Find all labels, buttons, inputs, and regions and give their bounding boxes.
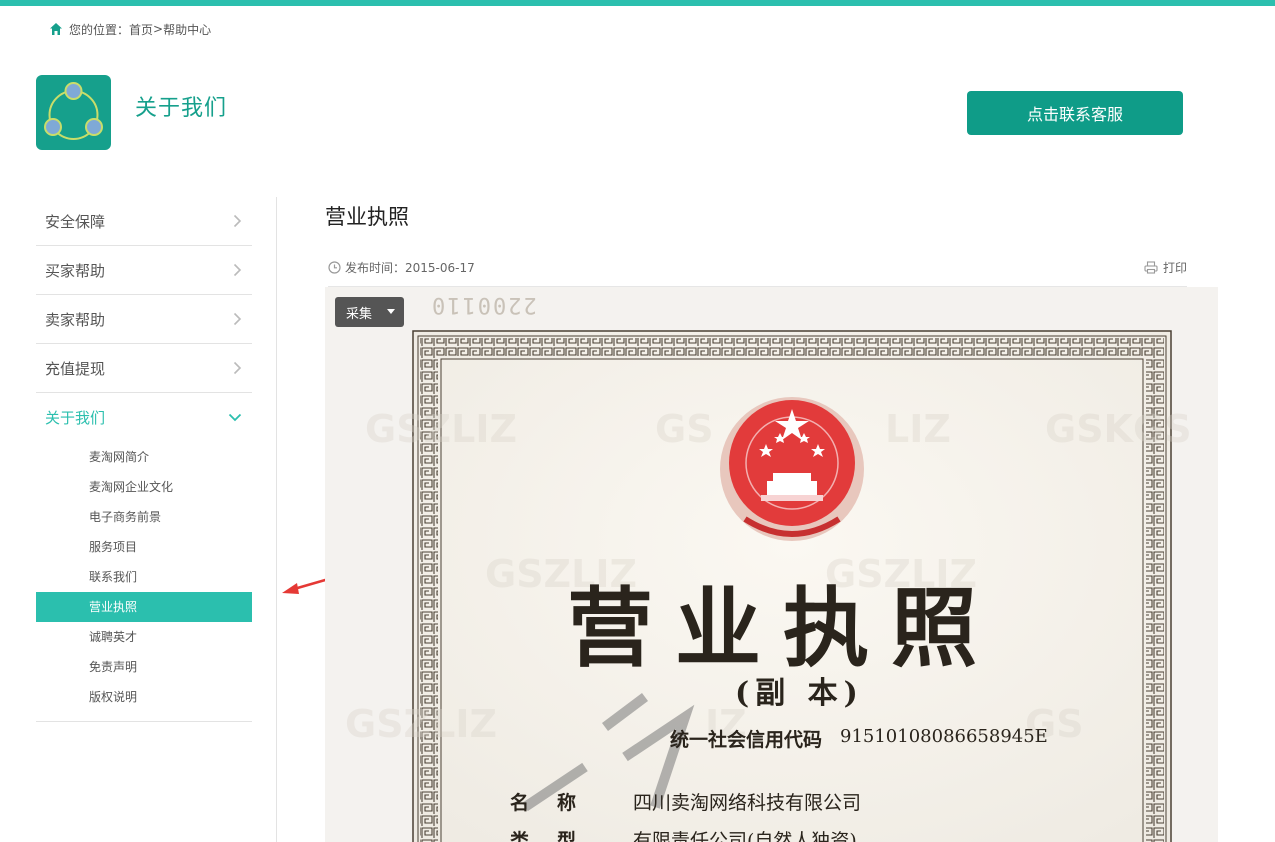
sidebar-item-buyer-help[interactable]: 买家帮助 [36, 246, 252, 295]
section-logo [36, 75, 111, 150]
sidebar-item-seller-help[interactable]: 卖家帮助 [36, 295, 252, 344]
caret-down-icon [387, 309, 395, 314]
collect-dropdown-button[interactable]: 采集 [335, 297, 404, 327]
printer-icon [1144, 261, 1158, 274]
license-code-label: 统一社会信用代码 [670, 729, 823, 751]
column-divider [276, 197, 277, 842]
publish-date: 2015-06-17 [405, 260, 475, 275]
subnav-item-copyright[interactable]: 版权说明 [36, 682, 252, 712]
subnav-item-disclaimer[interactable]: 免责声明 [36, 652, 252, 682]
svg-text:GS: GS [655, 407, 714, 451]
license-title: 营业执照 [567, 578, 999, 679]
national-emblem-icon [720, 397, 864, 541]
home-icon[interactable] [49, 22, 63, 36]
breadcrumb-separator: > [153, 22, 164, 36]
sidebar-nav: 安全保障 买家帮助 卖家帮助 充值提现 关于我们 麦淘网简介 麦淘网企业文化 电… [36, 197, 252, 722]
subnav-item-business-license[interactable]: 营业执照 [36, 592, 252, 622]
license-company-name: 四川卖淘网络科技有限公司 [633, 792, 862, 814]
breadcrumb: 您的位置： 首页 > 帮助中心 [49, 20, 211, 38]
subnav-item-intro[interactable]: 麦淘网简介 [36, 442, 252, 472]
chevron-down-icon [228, 413, 242, 422]
sidebar-item-about-us[interactable]: 关于我们 [36, 393, 252, 442]
license-code: 91510108086658945E [840, 726, 1048, 747]
collect-label: 采集 [346, 306, 373, 322]
publish-label: 发布时间： [345, 261, 406, 275]
print-button[interactable]: 打印 [1144, 259, 1187, 276]
sidebar-item-label: 安全保障 [45, 212, 106, 231]
subnav-item-culture[interactable]: 麦淘网企业文化 [36, 472, 252, 502]
top-accent-bar [0, 0, 1275, 6]
subnav-item-contact[interactable]: 联系我们 [36, 562, 252, 592]
subnav-item-services[interactable]: 服务项目 [36, 532, 252, 562]
share-network-icon [44, 82, 103, 140]
breadcrumb-prefix: 您的位置： [69, 22, 130, 37]
sidebar-item-label: 卖家帮助 [45, 310, 106, 329]
chevron-right-icon [233, 214, 242, 228]
sidebar-item-label: 充值提现 [45, 359, 106, 378]
subnav-item-careers[interactable]: 诚聘英才 [36, 622, 252, 652]
svg-text:LIZ: LIZ [885, 407, 951, 451]
publish-info: 发布时间： 2015-06-17 [328, 259, 475, 276]
breadcrumb-current[interactable]: 帮助中心 [163, 21, 211, 38]
svg-text:GSZLIZ: GSZLIZ [345, 702, 497, 746]
license-serial: 2200110 [430, 292, 537, 317]
chevron-right-icon [233, 312, 242, 326]
svg-text:GSZLIZ: GSZLIZ [365, 407, 517, 451]
sidebar-item-recharge-withdraw[interactable]: 充值提现 [36, 344, 252, 393]
article-meta: 发布时间： 2015-06-17 打印 [328, 259, 1187, 287]
license-subtitle: (副 本) [735, 676, 864, 711]
subnav-item-ecommerce-outlook[interactable]: 电子商务前景 [36, 502, 252, 532]
page-title: 关于我们 [135, 96, 228, 121]
contact-service-button[interactable]: 点击联系客服 [967, 91, 1183, 135]
license-company-type: 有限责任公司(自然人独资) [633, 830, 857, 842]
license-name-label: 名称 [510, 792, 605, 814]
sidebar-item-label: 买家帮助 [45, 261, 106, 280]
license-type-label: 类型 [510, 830, 605, 842]
clock-icon [328, 261, 341, 274]
sidebar-item-label: 关于我们 [45, 409, 106, 427]
print-label: 打印 [1162, 261, 1187, 275]
chevron-right-icon [233, 263, 242, 277]
article-title: 营业执照 [325, 205, 409, 229]
svg-text:GSKGS: GSKGS [1045, 407, 1192, 451]
sidebar-item-security[interactable]: 安全保障 [36, 197, 252, 246]
chevron-right-icon [233, 361, 242, 375]
sidebar-subnav-about: 麦淘网简介 麦淘网企业文化 电子商务前景 服务项目 联系我们 营业执照 诚聘英才… [36, 442, 252, 722]
breadcrumb-home-link[interactable]: 首页 [129, 21, 153, 38]
